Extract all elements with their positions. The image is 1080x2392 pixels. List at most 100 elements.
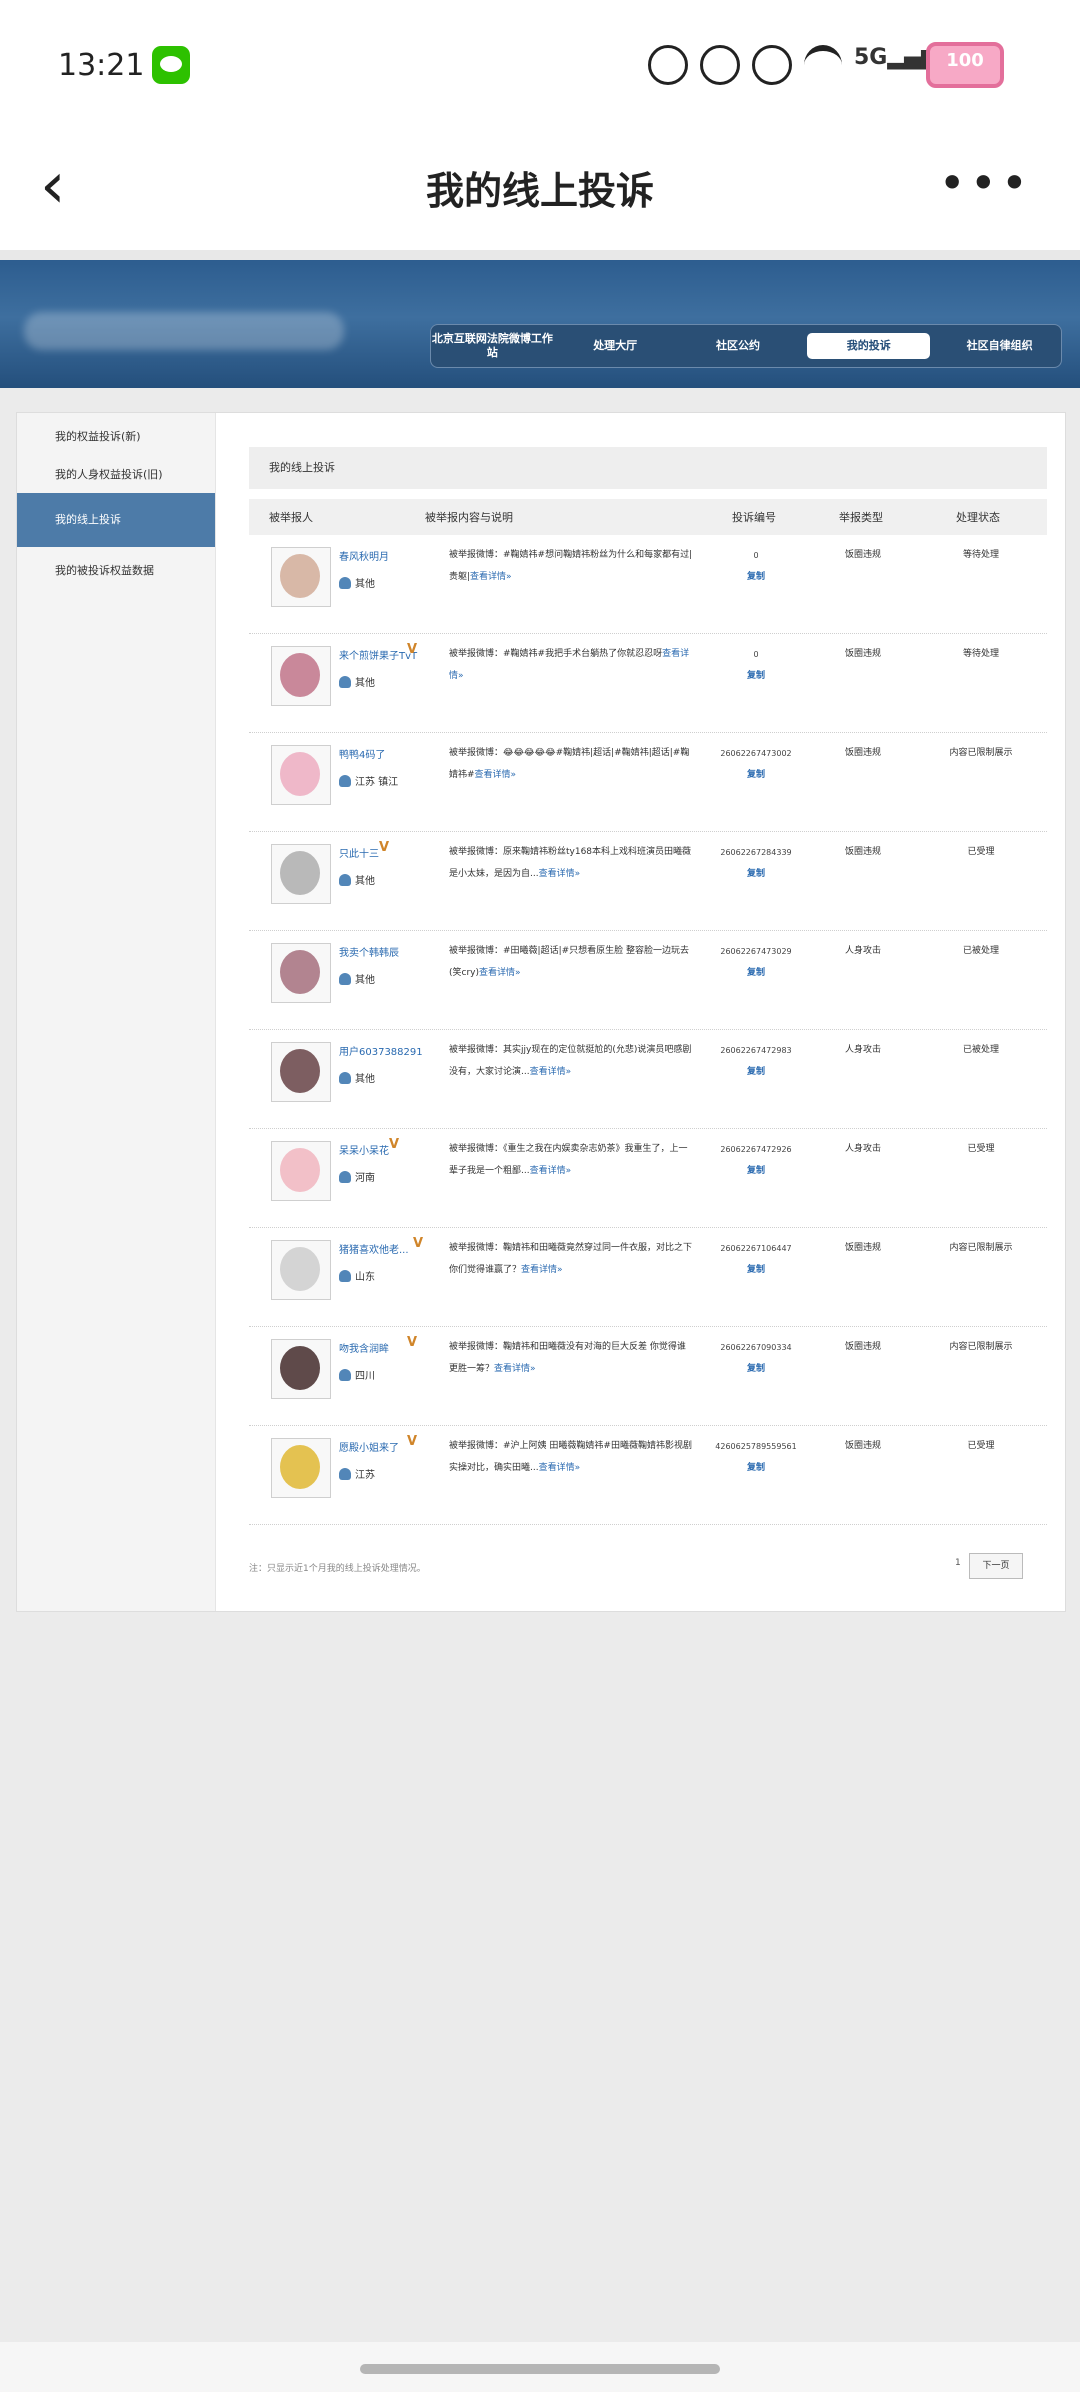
reported-user-name[interactable]: 鸭鸭4码了 (339, 746, 385, 761)
complaint-status: 已被处理 (962, 1045, 999, 1055)
person-icon (339, 874, 351, 886)
avatar[interactable] (271, 943, 331, 1003)
copy-button[interactable]: 复制 (697, 668, 815, 681)
reported-user-name[interactable]: 用户6037388291 (339, 1043, 423, 1058)
nav-community-rules[interactable]: 社区公约 (677, 339, 800, 353)
status-icons: 5G▂▄▆█ 100 (648, 42, 1004, 88)
avatar[interactable] (271, 844, 331, 904)
reported-user-name[interactable]: 愿殿小姐来了 (339, 1439, 399, 1454)
complaint-status: 已被处理 (962, 946, 999, 956)
avatar[interactable] (271, 745, 331, 805)
person-icon (339, 1270, 351, 1282)
complaint-number: 26062267473029 (720, 947, 792, 956)
person-icon (339, 577, 351, 589)
avatar[interactable] (271, 1339, 331, 1399)
avatar[interactable] (271, 646, 331, 706)
nav-workstation[interactable]: 北京互联网法院微博工作站 (431, 332, 554, 360)
reported-user-name[interactable]: 呆呆小呆花 (339, 1142, 389, 1157)
table-row: 春风秋明月 其他 被举报微博：#鞠婧祎#想问鞠婧祎粉丝为什么和每家都有过|贵躯|… (249, 535, 1047, 634)
reported-user-name[interactable]: 来个煎饼果子TvT (339, 647, 417, 662)
details-link[interactable]: 查看详情» (530, 1166, 572, 1176)
complaint-type: 饭圈违规 (844, 1441, 881, 1451)
reported-user-name[interactable]: 只此十三 (339, 845, 379, 860)
complaint-status: 已受理 (967, 1441, 995, 1451)
complaint-status: 内容已限制展示 (949, 1342, 1013, 1352)
footer-note: 注：只显示近1个月我的线上投诉处理情况。 (249, 1564, 426, 1574)
avatar[interactable] (271, 1042, 331, 1102)
person-icon (339, 676, 351, 688)
copy-button[interactable]: 复制 (697, 1262, 815, 1275)
nav-self-discipline[interactable]: 社区自律组织 (938, 339, 1061, 353)
copy-button[interactable]: 复制 (697, 866, 815, 879)
copy-button[interactable]: 复制 (697, 1361, 815, 1374)
complaint-type: 饭圈违规 (844, 1243, 881, 1253)
complaint-number: 0 (753, 650, 759, 659)
wechat-icon (152, 46, 190, 84)
user-location: 江苏 (339, 1466, 375, 1481)
complaint-number: 0 (753, 551, 759, 560)
avatar[interactable] (271, 1240, 331, 1300)
home-indicator[interactable] (360, 2364, 720, 2374)
status-bar: 13:21 5G▂▄▆█ 100 (0, 0, 1080, 130)
copy-button[interactable]: 复制 (697, 1460, 815, 1473)
complaint-status: 已受理 (967, 847, 995, 857)
next-page-button[interactable]: 下一页 (969, 1553, 1023, 1579)
reported-user-name[interactable]: 猪猪喜欢他老... (339, 1241, 409, 1256)
details-link[interactable]: 查看详情» (494, 1364, 536, 1374)
page-title: 我的线上投诉 (425, 169, 654, 213)
avatar[interactable] (271, 1438, 331, 1498)
complaint-content: 被举报微博：鞠婧祎和田曦薇没有对海的巨大反差 你觉得谁更胜一筹？查看详情» (449, 1342, 686, 1374)
user-location: 其他 (339, 1070, 375, 1085)
table-row: 来个煎饼果子TvT V 其他 被举报微博：#鞠婧祎#我把手术台躺热了你就忍忍呀查… (249, 634, 1047, 733)
user-location: 其他 (339, 674, 375, 689)
complaint-content: 被举报微博：《重生之我在内娱卖杂志奶茶》我重生了，上一辈子我是一个粗鄙...查看… (449, 1144, 688, 1176)
table-row: 我卖个韩韩辰 其他 被举报微博：#田曦薇|超话|#只想看原生脸 整容脸一边玩去(… (249, 931, 1047, 1030)
copy-button[interactable]: 复制 (697, 1064, 815, 1077)
complaint-status: 内容已限制展示 (949, 1243, 1013, 1253)
avatar[interactable] (271, 547, 331, 607)
verified-icon: V (407, 1434, 418, 1449)
copy-button[interactable]: 复制 (697, 1163, 815, 1176)
copy-button[interactable]: 复制 (697, 767, 815, 780)
section-title: 我的线上投诉 (249, 447, 1047, 489)
site-logo (24, 312, 344, 350)
site-banner: 北京互联网法院微博工作站 处理大厅 社区公约 我的投诉 社区自律组织 (0, 260, 1080, 388)
reported-user-name[interactable]: 我卖个韩韩辰 (339, 944, 399, 959)
sidebar: 我的权益投诉(新) 我的人身权益投诉(旧) 我的线上投诉 我的被投诉权益数据 (17, 413, 216, 1611)
person-icon (339, 1171, 351, 1183)
avatar[interactable] (271, 1141, 331, 1201)
face-icon (752, 45, 792, 85)
verified-icon: V (413, 1236, 424, 1251)
complaint-number: 26062267284339 (720, 848, 792, 857)
complaint-table: 春风秋明月 其他 被举报微博：#鞠婧祎#想问鞠婧祎粉丝为什么和每家都有过|贵躯|… (249, 535, 1047, 1525)
details-link[interactable]: 查看详情» (475, 770, 517, 780)
reported-user-name[interactable]: 春风秋明月 (339, 548, 389, 563)
details-link[interactable]: 查看详情» (470, 572, 512, 582)
copy-button[interactable]: 复制 (697, 569, 815, 582)
copy-button[interactable]: 复制 (697, 965, 815, 978)
table-row: 猪猪喜欢他老... V 山东 被举报微博：鞠婧祎和田曦薇竟然穿过同一件衣服，对比… (249, 1228, 1047, 1327)
details-link[interactable]: 查看详情» (539, 1463, 581, 1473)
details-link[interactable]: 查看详情» (521, 1265, 563, 1275)
complaint-number: 26062267473002 (720, 749, 792, 758)
table-row: 吻我含润眸 V 四川 被举报微博：鞠婧祎和田曦薇没有对海的巨大反差 你觉得谁更胜… (249, 1327, 1047, 1426)
nav-processing-hall[interactable]: 处理大厅 (554, 339, 677, 353)
complaint-number: 26062267106447 (720, 1244, 792, 1253)
sidebar-item-online-complaints[interactable]: 我的线上投诉 (17, 493, 215, 547)
reported-user-name[interactable]: 吻我含润眸 (339, 1340, 389, 1355)
verified-icon: V (379, 840, 390, 855)
details-link[interactable]: 查看详情» (479, 968, 521, 978)
user-location: 河南 (339, 1169, 375, 1184)
current-page[interactable]: 1 (955, 1558, 961, 1568)
sidebar-item-complained-data[interactable]: 我的被投诉权益数据 (17, 547, 215, 595)
more-icon[interactable]: ••• (939, 156, 1032, 210)
status-time: 13:21 (58, 48, 145, 83)
col-content: 被举报内容与说明 (425, 511, 513, 524)
details-link[interactable]: 查看详情» (530, 1067, 572, 1077)
nav-my-complaints[interactable]: 我的投诉 (807, 333, 931, 359)
content-card: 我的权益投诉(新) 我的人身权益投诉(旧) 我的线上投诉 我的被投诉权益数据 我… (16, 412, 1066, 1612)
complaint-content: 被举报微博：其实jjy现在的定位就挺尬的(允悲)说演员吧感剧没有，大家讨论演..… (449, 1045, 692, 1077)
table-row: 愿殿小姐来了 V 江苏 被举报微博：#沪上阿姨 田曦薇鞠婧祎#田曦薇鞠婧祎影视剧… (249, 1426, 1047, 1525)
details-link[interactable]: 查看详情» (539, 869, 581, 879)
sidebar-item-personal-old[interactable]: 我的人身权益投诉(旧) (17, 451, 215, 499)
